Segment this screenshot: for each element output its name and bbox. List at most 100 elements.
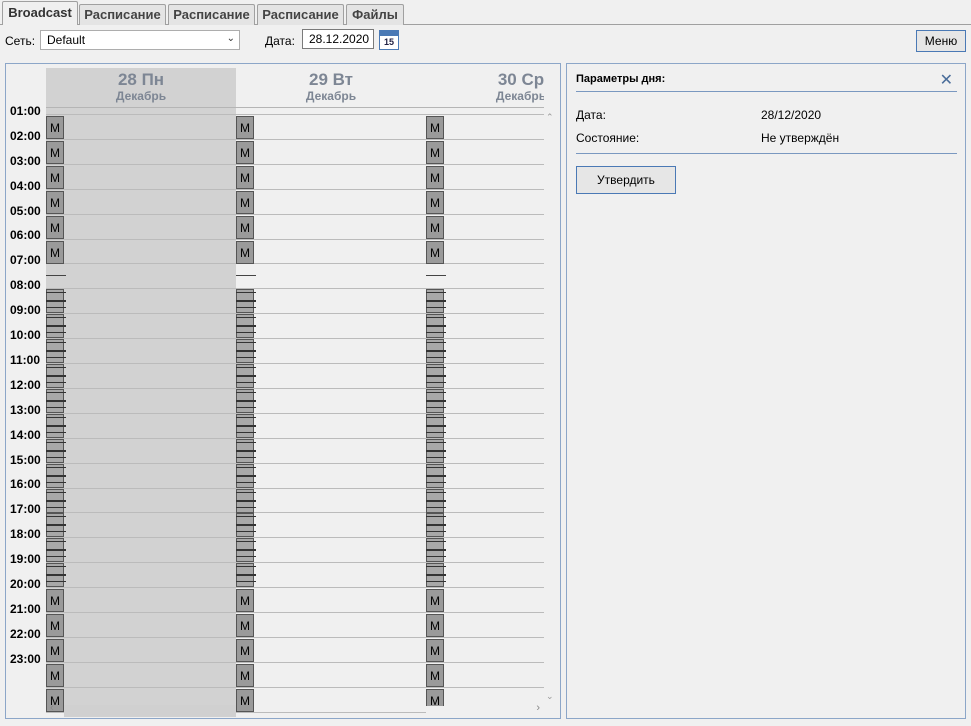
schedule-slot[interactable]: M <box>46 165 64 189</box>
slot-stripe <box>236 491 256 493</box>
schedule-slot[interactable]: M <box>46 215 64 239</box>
hour-gridline <box>426 686 544 688</box>
hour-gridline <box>236 338 426 340</box>
panel-title: Параметры дня: <box>576 73 666 85</box>
schedule-slot[interactable]: M <box>426 614 444 637</box>
chevron-left-icon[interactable]: ‹ <box>50 702 54 714</box>
chevron-up-icon[interactable]: ⌃ <box>546 112 554 123</box>
network-select[interactable]: Default ⌄ <box>40 30 240 50</box>
hour-gridline <box>46 661 236 663</box>
slot-stripe <box>236 325 256 328</box>
hour-gridline <box>46 363 236 364</box>
slot-stripe <box>236 424 256 427</box>
tab-bar: Broadcast Расписание Расписание Расписан… <box>0 0 971 25</box>
schedule-slot[interactable]: M <box>46 614 64 637</box>
schedule-slot[interactable]: M <box>426 165 444 189</box>
slot-stripe <box>236 307 256 309</box>
day-header[interactable]: 29 Вт Декабрь <box>236 68 426 108</box>
schedule-slot[interactable]: M <box>46 240 64 264</box>
day-month: Декабрь <box>115 89 167 103</box>
schedule-slot[interactable]: M <box>46 116 64 139</box>
hour-gridline <box>46 636 236 638</box>
hour-gridline <box>236 587 426 589</box>
hour-label: 16:00 <box>10 477 41 492</box>
schedule-slot[interactable]: M <box>236 663 254 687</box>
hour-label: 02:00 <box>10 128 41 143</box>
schedule-slot[interactable]: M <box>236 165 254 189</box>
slot-stripe <box>426 474 446 477</box>
calendar-icon[interactable]: 15 <box>379 30 399 50</box>
chevron-down-icon[interactable]: ⌄ <box>546 691 554 702</box>
schedule-slot[interactable]: M <box>46 663 64 687</box>
schedule-slot[interactable]: M <box>46 190 64 214</box>
schedule-slot[interactable]: M <box>426 589 444 613</box>
slot-stripe <box>426 581 446 583</box>
hour-gridline <box>46 313 236 315</box>
hour-label: 03:00 <box>10 153 41 168</box>
day-month: Декабрь <box>305 89 357 103</box>
close-icon[interactable]: ✕ <box>940 70 953 90</box>
slot-stripe <box>426 399 446 402</box>
date-input[interactable]: 28.12.2020 <box>302 29 374 49</box>
schedule-slot[interactable]: M <box>236 140 254 164</box>
hour-gridline <box>426 238 544 240</box>
slot-stripe <box>46 357 66 359</box>
day-column-1[interactable]: 29 Вт Декабрь MMMMMMMMMMM <box>236 68 426 713</box>
slot-stripe <box>236 391 256 393</box>
schedule-slot[interactable]: M <box>236 215 254 239</box>
hour-gridline <box>236 263 426 265</box>
schedule-slot[interactable]: M <box>426 140 444 164</box>
tab-files[interactable]: Файлы <box>346 4 404 25</box>
schedule-slot[interactable]: M <box>236 589 254 613</box>
chevron-right-icon[interactable]: › <box>536 702 540 714</box>
schedule-slot[interactable]: M <box>46 589 64 613</box>
schedule-slot[interactable]: M <box>46 140 64 164</box>
slot-stripe <box>46 332 66 334</box>
schedule-slot[interactable]: M <box>236 240 254 264</box>
vertical-scrollbar[interactable]: ⌃ ⌄ <box>544 110 556 704</box>
hour-gridline <box>426 587 544 589</box>
schedule-slot[interactable]: M <box>426 638 444 662</box>
tab-schedule-3[interactable]: Расписание <box>257 4 344 25</box>
hour-gridline <box>236 437 426 439</box>
schedule-slot[interactable]: M <box>236 614 254 637</box>
tab-broadcast[interactable]: Broadcast <box>2 1 78 25</box>
slot-stripe <box>426 367 446 368</box>
slot-stripe <box>236 357 256 359</box>
tab-schedule-2[interactable]: Расписание <box>168 4 255 25</box>
hour-label: 18:00 <box>10 527 41 542</box>
state-row-value: Не утверждён <box>761 131 840 145</box>
slot-stripe <box>46 556 66 558</box>
menu-button[interactable]: Меню <box>916 30 966 52</box>
hour-gridline <box>236 288 426 290</box>
hour-gridline <box>46 263 236 265</box>
slot-stripe <box>46 516 66 518</box>
scrollbar-thumb[interactable] <box>64 705 236 717</box>
schedule-slot[interactable]: M <box>426 190 444 214</box>
day-header[interactable]: 30 Ср Декабрь <box>426 68 544 108</box>
schedule-slot[interactable]: M <box>426 663 444 687</box>
slot-stripe <box>426 300 446 303</box>
tab-schedule-1[interactable]: Расписание <box>79 4 166 25</box>
horizontal-scrollbar[interactable]: ‹ › <box>46 702 544 717</box>
schedule-slot[interactable]: M <box>236 190 254 214</box>
day-column-0[interactable]: 28 Пн Декабрь MMMMMMMMMMM <box>46 68 236 713</box>
slot-stripe <box>426 549 446 552</box>
slot-stripe <box>46 499 66 502</box>
schedule-slot[interactable]: M <box>236 638 254 662</box>
schedule-slot[interactable]: M <box>426 116 444 139</box>
slot-stripe <box>46 391 66 393</box>
hour-gridline <box>236 188 426 190</box>
hour-gridline <box>426 138 544 140</box>
day-header[interactable]: 28 Пн Декабрь <box>46 68 236 108</box>
toolbar: Сеть: Default ⌄ Дата: 28.12.2020 15 Меню <box>0 26 971 58</box>
schedule-calendar: 01:00 02:00 03:00 04:00 05:00 06:00 07:00 08:00… <box>5 63 561 719</box>
schedule-slot[interactable]: M <box>46 638 64 662</box>
hour-gridline <box>236 661 426 663</box>
approve-button[interactable]: Утвердить <box>576 166 676 194</box>
schedule-slot[interactable]: M <box>426 215 444 239</box>
schedule-slot[interactable]: M <box>426 240 444 264</box>
day-column-2[interactable]: 30 Ср Декабрь MMMMMMMMMMM <box>426 68 544 706</box>
hour-gridline <box>46 288 236 290</box>
schedule-slot[interactable]: M <box>236 116 254 139</box>
